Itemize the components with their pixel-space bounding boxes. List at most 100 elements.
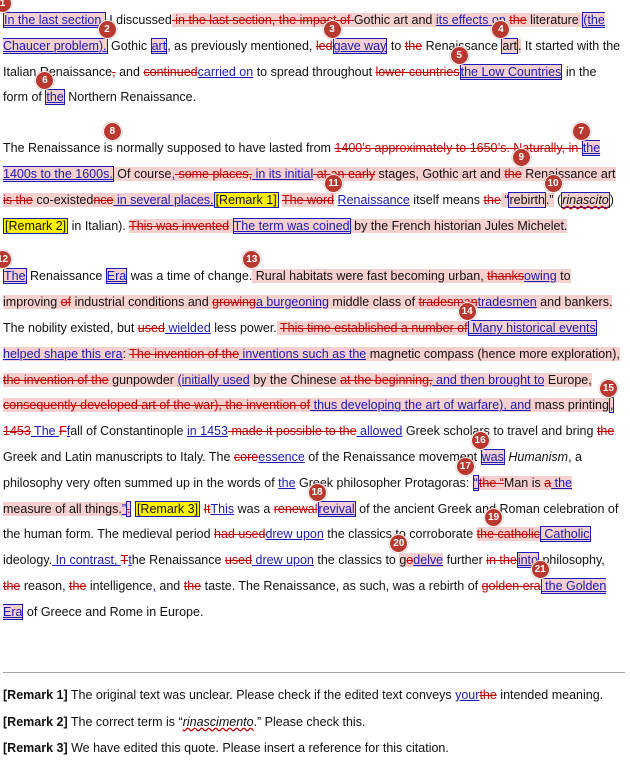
text-run: The nobility existed, but — [3, 320, 138, 335]
deletion: continued — [143, 64, 198, 79]
insertion: helped shape this era — [3, 346, 123, 361]
text-run: by the French historian Jules Michelet. — [350, 218, 568, 233]
text-run: .” — [545, 192, 554, 207]
deletion: the — [3, 578, 21, 593]
text-run: Of course — [113, 166, 172, 181]
text-run: and — [155, 578, 184, 593]
text-run: The — [205, 449, 234, 464]
text-run: Greek scholars to travel and bring — [402, 424, 597, 439]
text-run: mass printing — [531, 398, 609, 413]
insertion: in several places. — [113, 192, 214, 207]
remark-text: .” Please check this. — [253, 714, 366, 729]
deletion: The word — [281, 192, 335, 207]
text-run: middle class of — [328, 295, 419, 310]
text-run: , — [608, 397, 615, 414]
text-run: magnetic compass (hence more exploration… — [366, 346, 620, 361]
insertion: tradesmen — [477, 295, 537, 310]
remark-label: [Remark 2] — [3, 714, 68, 729]
insertion: in its initial — [252, 166, 314, 181]
insertion: drew upon — [252, 553, 314, 568]
text-run: Gothic art and — [353, 13, 436, 27]
insertion: thus developing the art of warfare), and — [310, 398, 532, 413]
deletion: This time established a number of — [280, 320, 468, 335]
edited-document: 1 In the last section, I discussed in the… — [0, 0, 623, 626]
text-run: and bankers. — [536, 295, 613, 310]
insertion: your — [455, 688, 480, 702]
paragraph-2: The Renaissance is 8 normally supposed to… — [3, 122, 623, 239]
insertion: The — [30, 424, 60, 439]
deletion: nce — [93, 192, 114, 207]
insertion: Renaissance — [337, 192, 410, 207]
insertion: In the last section, — [3, 12, 106, 28]
remark-3-note: [Remark 3] We have edited this quote. Pl… — [3, 735, 623, 762]
insertion: (initially used — [177, 372, 250, 387]
deletion: is the — [3, 192, 33, 207]
text-run: the classics to — [313, 553, 400, 568]
remark-1-note: [Remark 1] The original text was unclear… — [3, 682, 623, 709]
remark-text: We have edited this quote. Please insert… — [67, 741, 449, 755]
remark-2-note: [Remark 2] The correct term is “rinascim… — [3, 709, 623, 736]
insertion: allowed — [356, 424, 403, 439]
deletion: core — [233, 449, 259, 464]
text-run: reason, — [20, 578, 70, 593]
text-run: to — [387, 38, 405, 53]
remark-text: intended meaning. — [496, 688, 604, 702]
insertion: This — [210, 501, 235, 516]
deletion: The invention of the — [129, 346, 240, 361]
insertion: wielded — [164, 320, 211, 335]
text-run: Gothic — [107, 38, 151, 53]
deletion: golden era — [481, 578, 541, 593]
deletion: at the beginning, — [340, 372, 433, 387]
text-run: stages, Gothic art and — [375, 166, 505, 181]
deletion: the — [479, 688, 497, 702]
deletion: consequently developed art of the war), … — [3, 398, 311, 413]
text-run: all of Constantinople — [70, 424, 187, 439]
insertion: The — [3, 268, 27, 285]
text-run: literature — [526, 13, 583, 27]
deletion: renewal — [273, 501, 318, 516]
deletion: 1400’s approximately to 1650’s. Naturall… — [334, 141, 582, 156]
remark-term: rinascimento — [182, 714, 254, 729]
text-run: to spread throughout — [253, 64, 376, 79]
text-run: The medieval period — [94, 527, 214, 542]
text-run: rinascito — [561, 191, 610, 208]
deletion: the — [483, 192, 501, 207]
deletion: the — [476, 527, 495, 542]
deletion: some places, — [174, 166, 253, 181]
deletion: F — [59, 424, 67, 439]
text-run: taste. — [201, 578, 236, 593]
insertion: “ — [472, 474, 479, 491]
remark-3-marker[interactable]: [Remark 3] — [134, 500, 201, 517]
deletion: used — [137, 320, 165, 335]
text-run: by the Chinese — [249, 372, 341, 387]
text-run: itself means — [409, 192, 484, 207]
remark-1-marker[interactable]: [Remark 1] — [213, 191, 279, 208]
deletion: the — [183, 578, 202, 593]
text-run: industrial conditions and — [71, 295, 213, 310]
text-run: Northern Renaissance. — [64, 90, 197, 105]
text-run: intelligence — [86, 578, 153, 593]
deletion: made it possible to the — [227, 424, 357, 439]
deletion: at an early — [313, 166, 376, 181]
text-run: normally supposed to have lasted from — [112, 141, 335, 156]
text-run: of Greece and Rome in Europe. — [23, 604, 204, 619]
deletion: thanks — [487, 269, 524, 284]
text-run: was a time of change. — [127, 269, 253, 284]
remark-2-marker[interactable]: [Remark 2] — [3, 217, 69, 234]
insertion: carried on — [197, 64, 254, 79]
insertion: gave way — [332, 37, 388, 54]
deletion: used — [224, 553, 253, 568]
notes-divider — [3, 672, 625, 673]
text-run: Renaissance art — [521, 166, 616, 181]
deletion: in the — [486, 553, 517, 568]
text-run: further — [443, 553, 487, 568]
insertion: to — [534, 372, 545, 387]
text-run: measure of all things. — [3, 501, 122, 516]
remarks-section: [Remark 1] The original text was unclear… — [3, 682, 623, 762]
insertion: drew upon — [265, 527, 324, 542]
deletion: It — [203, 501, 211, 516]
text-run: in Italian). — [68, 218, 130, 233]
deletion: led — [315, 38, 333, 53]
remark-label: [Remark 3] — [3, 741, 68, 755]
insertion: revival — [317, 500, 356, 517]
